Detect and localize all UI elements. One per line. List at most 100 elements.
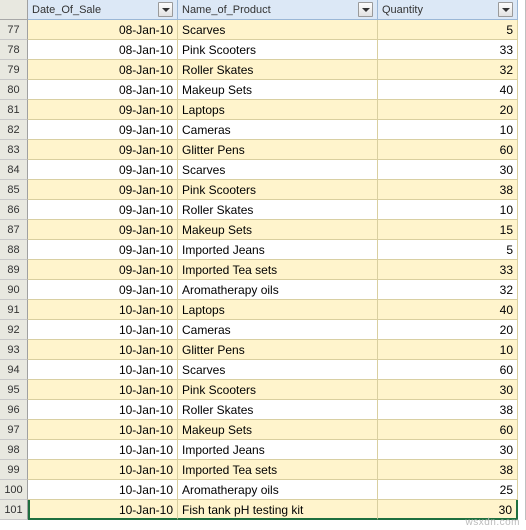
cell-quantity[interactable]: 20 <box>378 320 518 340</box>
cell-product[interactable]: Pink Scooters <box>178 40 378 60</box>
cell-product[interactable]: Imported Tea sets <box>178 260 378 280</box>
cell-date[interactable]: 09-Jan-10 <box>28 200 178 220</box>
cell-product[interactable]: Scarves <box>178 360 378 380</box>
row-header[interactable]: 93 <box>0 340 28 360</box>
cell-quantity[interactable]: 30 <box>378 440 518 460</box>
row-header[interactable]: 88 <box>0 240 28 260</box>
filter-dropdown-icon[interactable] <box>358 2 373 17</box>
row-header[interactable]: 101 <box>0 500 28 520</box>
cell-date[interactable]: 10-Jan-10 <box>28 420 178 440</box>
cell-date[interactable]: 09-Jan-10 <box>28 120 178 140</box>
cell-product[interactable]: Makeup Sets <box>178 420 378 440</box>
cell-date[interactable]: 09-Jan-10 <box>28 260 178 280</box>
cell-quantity[interactable]: 33 <box>378 40 518 60</box>
column-header-product[interactable]: Name_of_Product <box>178 0 378 20</box>
row-header[interactable]: 84 <box>0 160 28 180</box>
cell-date[interactable]: 09-Jan-10 <box>28 160 178 180</box>
cell-product[interactable]: Makeup Sets <box>178 220 378 240</box>
filter-dropdown-icon[interactable] <box>158 2 173 17</box>
cell-quantity[interactable]: 38 <box>378 460 518 480</box>
cell-quantity[interactable]: 40 <box>378 80 518 100</box>
cell-product[interactable]: Laptops <box>178 100 378 120</box>
cell-date[interactable]: 09-Jan-10 <box>28 280 178 300</box>
cell-date[interactable]: 09-Jan-10 <box>28 220 178 240</box>
cell-date[interactable]: 10-Jan-10 <box>28 320 178 340</box>
row-header[interactable]: 80 <box>0 80 28 100</box>
cell-date[interactable]: 09-Jan-10 <box>28 140 178 160</box>
cell-quantity[interactable]: 5 <box>378 20 518 40</box>
cell-quantity[interactable]: 10 <box>378 120 518 140</box>
cell-product[interactable]: Scarves <box>178 160 378 180</box>
cell-quantity[interactable]: 33 <box>378 260 518 280</box>
cell-quantity[interactable]: 10 <box>378 340 518 360</box>
cell-quantity[interactable]: 38 <box>378 400 518 420</box>
cell-product[interactable]: Aromatherapy oils <box>178 280 378 300</box>
row-header[interactable]: 96 <box>0 400 28 420</box>
cell-date[interactable]: 08-Jan-10 <box>28 60 178 80</box>
row-header[interactable]: 83 <box>0 140 28 160</box>
cell-quantity[interactable]: 30 <box>378 160 518 180</box>
cell-date[interactable]: 10-Jan-10 <box>28 300 178 320</box>
cell-product[interactable]: Roller Skates <box>178 60 378 80</box>
cell-date[interactable]: 09-Jan-10 <box>28 180 178 200</box>
cell-quantity[interactable]: 20 <box>378 100 518 120</box>
cell-date[interactable]: 10-Jan-10 <box>28 360 178 380</box>
cell-product[interactable]: Aromatherapy oils <box>178 480 378 500</box>
cell-product[interactable]: Imported Jeans <box>178 240 378 260</box>
cell-quantity[interactable]: 40 <box>378 300 518 320</box>
cell-product[interactable]: Laptops <box>178 300 378 320</box>
cell-quantity[interactable]: 25 <box>378 480 518 500</box>
row-header[interactable]: 90 <box>0 280 28 300</box>
row-header[interactable]: 100 <box>0 480 28 500</box>
row-header[interactable]: 82 <box>0 120 28 140</box>
cell-date[interactable]: 08-Jan-10 <box>28 80 178 100</box>
cell-product[interactable]: Glitter Pens <box>178 340 378 360</box>
cell-product[interactable]: Pink Scooters <box>178 180 378 200</box>
row-header[interactable]: 97 <box>0 420 28 440</box>
cell-date[interactable]: 08-Jan-10 <box>28 40 178 60</box>
row-header[interactable]: 92 <box>0 320 28 340</box>
cell-quantity[interactable]: 60 <box>378 360 518 380</box>
column-header-date[interactable]: Date_Of_Sale <box>28 0 178 20</box>
filter-dropdown-icon[interactable] <box>498 2 513 17</box>
row-header[interactable]: 91 <box>0 300 28 320</box>
row-header[interactable]: 95 <box>0 380 28 400</box>
row-header[interactable]: 94 <box>0 360 28 380</box>
cell-product[interactable]: Glitter Pens <box>178 140 378 160</box>
cell-date[interactable]: 10-Jan-10 <box>28 380 178 400</box>
row-header[interactable]: 99 <box>0 460 28 480</box>
row-header[interactable]: 86 <box>0 200 28 220</box>
row-header[interactable]: 77 <box>0 20 28 40</box>
cell-quantity[interactable]: 15 <box>378 220 518 240</box>
cell-product[interactable]: Fish tank pH testing kit <box>178 500 378 520</box>
cell-date[interactable]: 10-Jan-10 <box>28 460 178 480</box>
cell-product[interactable]: Roller Skates <box>178 200 378 220</box>
cell-product[interactable]: Imported Jeans <box>178 440 378 460</box>
cell-quantity[interactable]: 10 <box>378 200 518 220</box>
row-header[interactable]: 89 <box>0 260 28 280</box>
column-header-quantity[interactable]: Quantity <box>378 0 518 20</box>
row-header[interactable]: 85 <box>0 180 28 200</box>
cell-date[interactable]: 10-Jan-10 <box>28 440 178 460</box>
row-header[interactable]: 98 <box>0 440 28 460</box>
cell-quantity[interactable]: 30 <box>378 380 518 400</box>
cell-date[interactable]: 10-Jan-10 <box>28 400 178 420</box>
cell-date[interactable]: 08-Jan-10 <box>28 20 178 40</box>
cell-product[interactable]: Roller Skates <box>178 400 378 420</box>
cell-date[interactable]: 10-Jan-10 <box>28 500 178 520</box>
cell-date[interactable]: 10-Jan-10 <box>28 340 178 360</box>
cell-date[interactable]: 10-Jan-10 <box>28 480 178 500</box>
row-header[interactable]: 79 <box>0 60 28 80</box>
row-header[interactable]: 81 <box>0 100 28 120</box>
row-header[interactable]: 78 <box>0 40 28 60</box>
cell-product[interactable]: Cameras <box>178 120 378 140</box>
row-header[interactable]: 87 <box>0 220 28 240</box>
cell-quantity[interactable]: 38 <box>378 180 518 200</box>
cell-date[interactable]: 09-Jan-10 <box>28 240 178 260</box>
cell-date[interactable]: 09-Jan-10 <box>28 100 178 120</box>
cell-quantity[interactable]: 32 <box>378 280 518 300</box>
cell-product[interactable]: Imported Tea sets <box>178 460 378 480</box>
cell-product[interactable]: Pink Scooters <box>178 380 378 400</box>
cell-quantity[interactable]: 5 <box>378 240 518 260</box>
cell-product[interactable]: Cameras <box>178 320 378 340</box>
